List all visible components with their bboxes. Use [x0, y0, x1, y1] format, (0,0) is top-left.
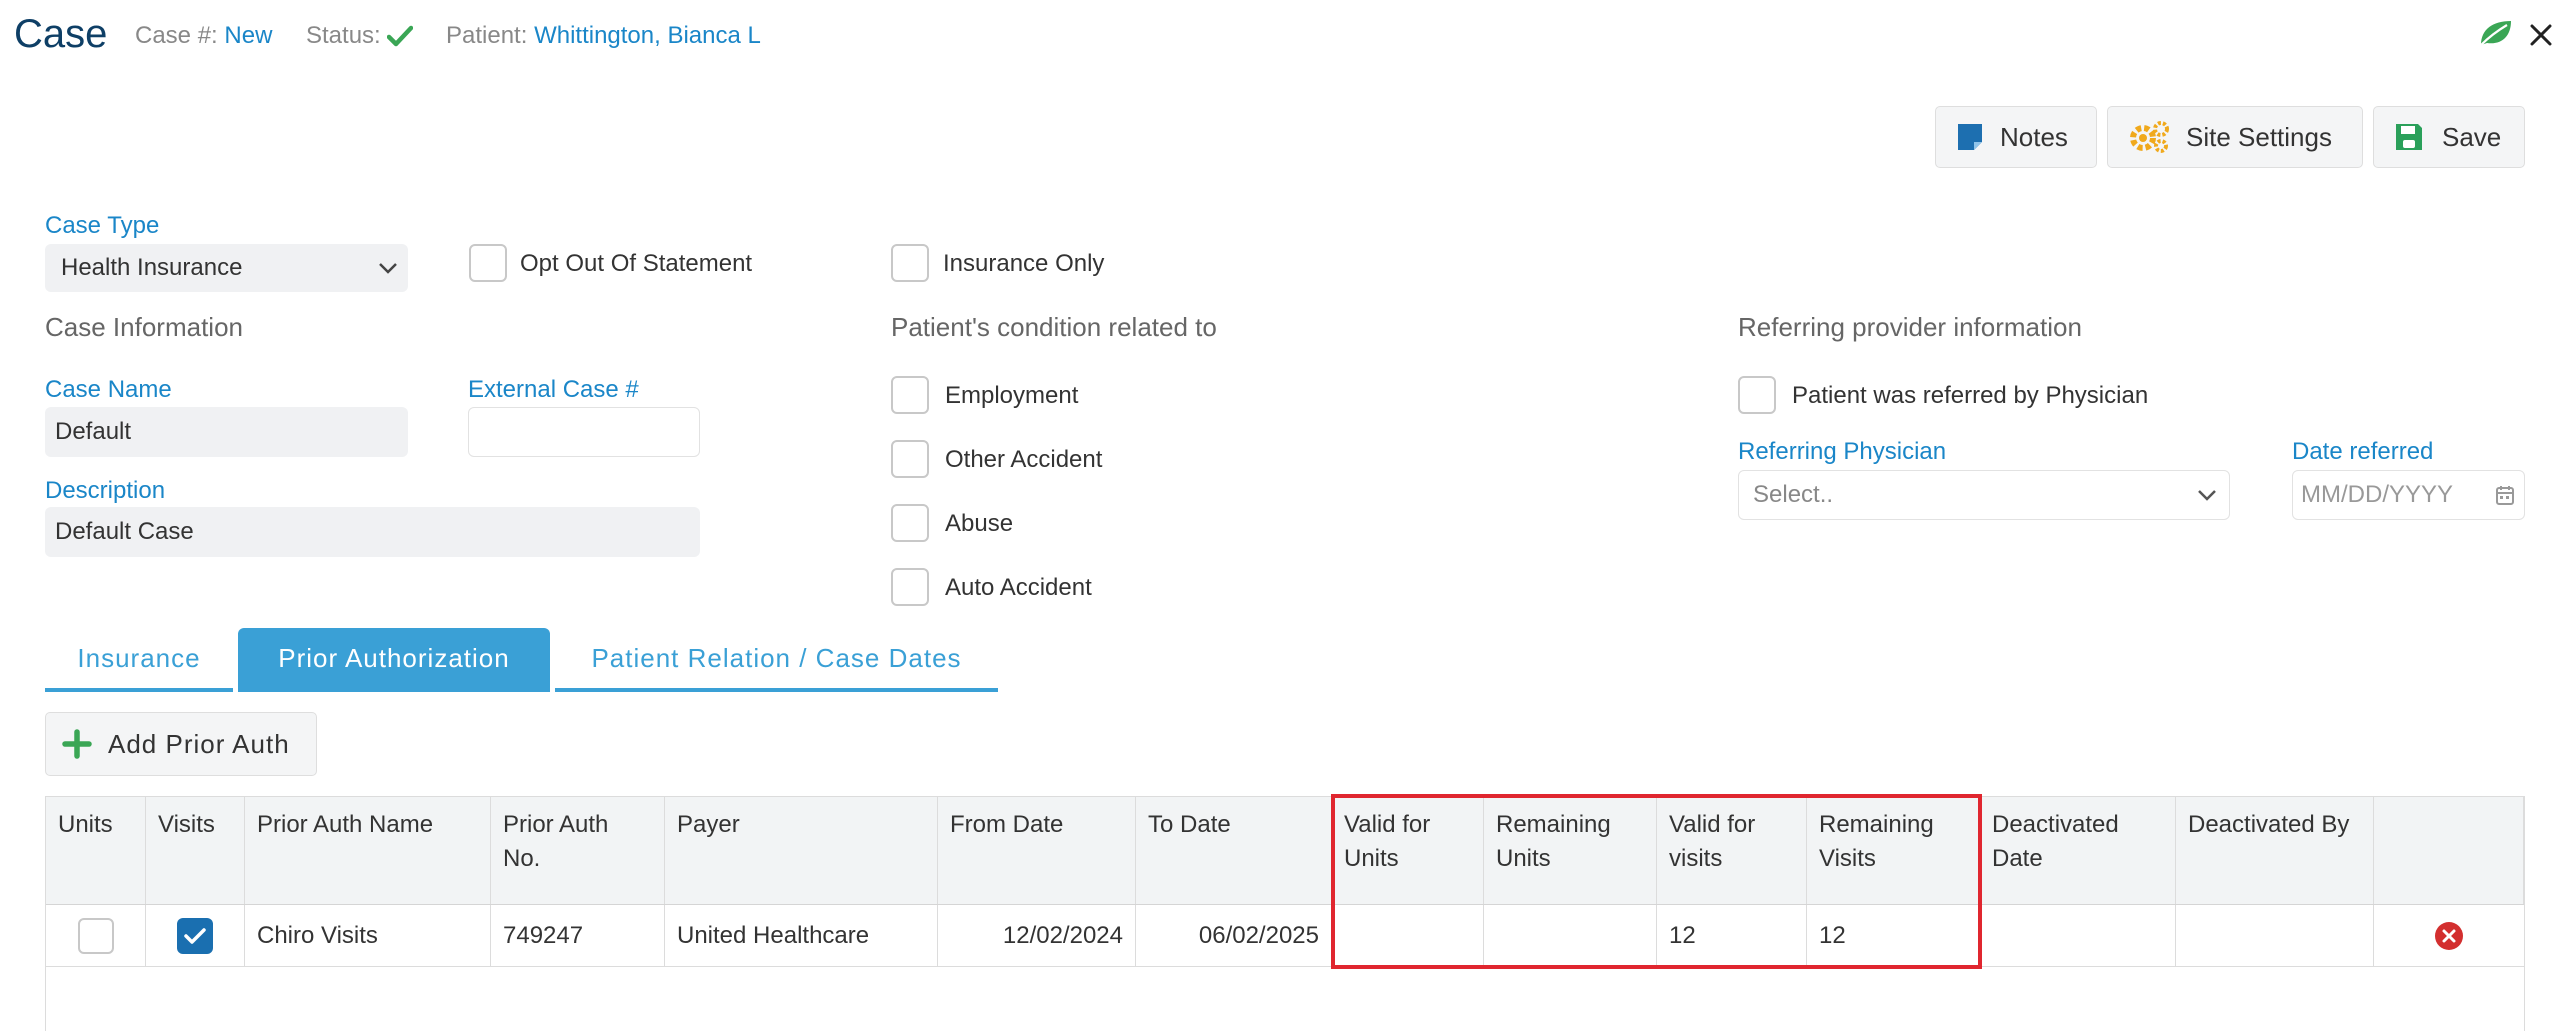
row-actions [2374, 905, 2524, 967]
col-deactivated-by: Deactivated By [2176, 797, 2374, 904]
row-valid-visits[interactable]: 12 [1657, 905, 1807, 967]
row-deactivated-date [1980, 905, 2176, 967]
check-icon [184, 928, 206, 944]
save-button-label: Save [2442, 121, 2502, 152]
col-from-date: From Date [938, 797, 1136, 904]
description-input[interactable]: Default Case [45, 507, 700, 557]
delete-icon[interactable] [2434, 921, 2464, 951]
description-label: Description [45, 477, 166, 504]
col-to-date: To Date [1136, 797, 1332, 904]
row-deactivated-by [2176, 905, 2374, 967]
col-prior-auth-no: Prior Auth No. [491, 797, 665, 904]
visits-checkbox[interactable] [177, 918, 213, 954]
opt-out-label: Opt Out Of Statement [520, 250, 753, 277]
tab-insurance[interactable]: Insurance [45, 628, 233, 692]
other-accident-checkbox[interactable] [891, 440, 929, 478]
case-name-label: Case Name [45, 376, 172, 403]
case-status: Status: [306, 22, 413, 50]
close-icon[interactable] [2530, 24, 2552, 46]
referring-physician-select[interactable]: Select.. [1738, 470, 2230, 520]
col-actions [2374, 797, 2524, 904]
col-deactivated-date: Deactivated Date [1980, 797, 2176, 904]
add-prior-auth-button[interactable]: Add Prior Auth [45, 712, 317, 776]
site-settings-button-label: Site Settings [2186, 121, 2332, 152]
chevron-down-icon [379, 263, 397, 274]
patient-info: Patient: Whittington, Bianca L [446, 22, 761, 50]
row-units-cell [46, 905, 146, 967]
date-referred-label: Date referred [2292, 438, 2434, 465]
referring-provider-title: Referring provider information [1738, 312, 2082, 342]
row-remaining-units[interactable] [1484, 905, 1657, 967]
case-number: Case #: New [135, 22, 272, 50]
case-number-label: Case #: [135, 22, 218, 49]
opt-out-checkbox[interactable] [469, 244, 507, 282]
calendar-icon [2496, 486, 2514, 505]
notes-icon [1958, 124, 1982, 150]
col-visits: Visits [146, 797, 245, 904]
date-referred-input[interactable]: MM/DD/YYYY [2292, 470, 2525, 520]
case-type-value: Health Insurance [61, 254, 243, 281]
chevron-down-icon [2198, 490, 2216, 501]
external-case-input[interactable] [468, 407, 700, 457]
add-prior-auth-label: Add Prior Auth [108, 728, 290, 759]
other-accident-label: Other Accident [945, 446, 1103, 473]
col-units: Units [46, 797, 146, 904]
tab-patient-relation-case-dates[interactable]: Patient Relation / Case Dates [555, 628, 998, 692]
referring-physician-placeholder: Select.. [1753, 481, 1834, 508]
notes-button-label: Notes [2000, 121, 2068, 152]
save-icon [2396, 124, 2422, 150]
insurance-only-checkbox[interactable] [891, 244, 929, 282]
case-type-select[interactable]: Health Insurance [45, 244, 408, 292]
auto-accident-checkbox[interactable] [891, 568, 929, 606]
check-icon [386, 25, 413, 47]
referred-by-physician-checkbox[interactable] [1738, 376, 1776, 414]
employment-label: Employment [945, 382, 1079, 409]
save-button[interactable]: Save [2373, 106, 2525, 168]
row-remaining-visits[interactable]: 12 [1807, 905, 1980, 967]
external-case-label: External Case # [468, 376, 639, 403]
col-prior-auth-name: Prior Auth Name [245, 797, 491, 904]
condition-title: Patient's condition related to [891, 312, 1217, 342]
row-valid-units[interactable] [1332, 905, 1484, 967]
notes-button[interactable]: Notes [1935, 106, 2097, 168]
abuse-label: Abuse [945, 510, 1014, 537]
site-settings-button[interactable]: Site Settings [2107, 106, 2363, 168]
plus-icon [62, 729, 92, 759]
gears-icon [2130, 121, 2169, 153]
col-valid-for-units: Valid for Units [1332, 797, 1484, 904]
units-checkbox[interactable] [77, 918, 114, 954]
case-number-value: New [224, 22, 273, 49]
row-from-date: 12/02/2024 [938, 905, 1136, 967]
case-information-title: Case Information [45, 312, 243, 342]
patient-link[interactable]: Whittington, Bianca L [534, 22, 761, 49]
case-name-input[interactable]: Default [45, 407, 408, 457]
date-referred-placeholder: MM/DD/YYYY [2301, 481, 2454, 508]
case-type-label: Case Type [45, 212, 160, 239]
referred-by-physician-label: Patient was referred by Physician [1792, 382, 2149, 409]
row-payer: United Healthcare [665, 905, 938, 967]
employment-checkbox[interactable] [891, 376, 929, 414]
leaf-icon [2480, 21, 2511, 46]
row-visits-cell [146, 905, 245, 967]
row-to-date: 06/02/2025 [1136, 905, 1332, 967]
status-label: Status: [306, 22, 381, 49]
col-payer: Payer [665, 797, 938, 904]
row-prior-auth-name: Chiro Visits [245, 905, 491, 967]
col-valid-for-visits: Valid for visits [1657, 797, 1807, 904]
row-prior-auth-no: 749247 [491, 905, 665, 967]
col-remaining-visits: Remaining Visits [1807, 797, 1980, 904]
auto-accident-label: Auto Accident [945, 574, 1092, 601]
col-remaining-units: Remaining Units [1484, 797, 1657, 904]
tab-prior-authorization[interactable]: Prior Authorization [238, 628, 550, 692]
referring-physician-label: Referring Physician [1738, 438, 1947, 465]
abuse-checkbox[interactable] [891, 504, 929, 542]
insurance-only-label: Insurance Only [943, 250, 1105, 277]
page-title: Case [14, 12, 108, 56]
patient-label: Patient: [446, 22, 528, 49]
